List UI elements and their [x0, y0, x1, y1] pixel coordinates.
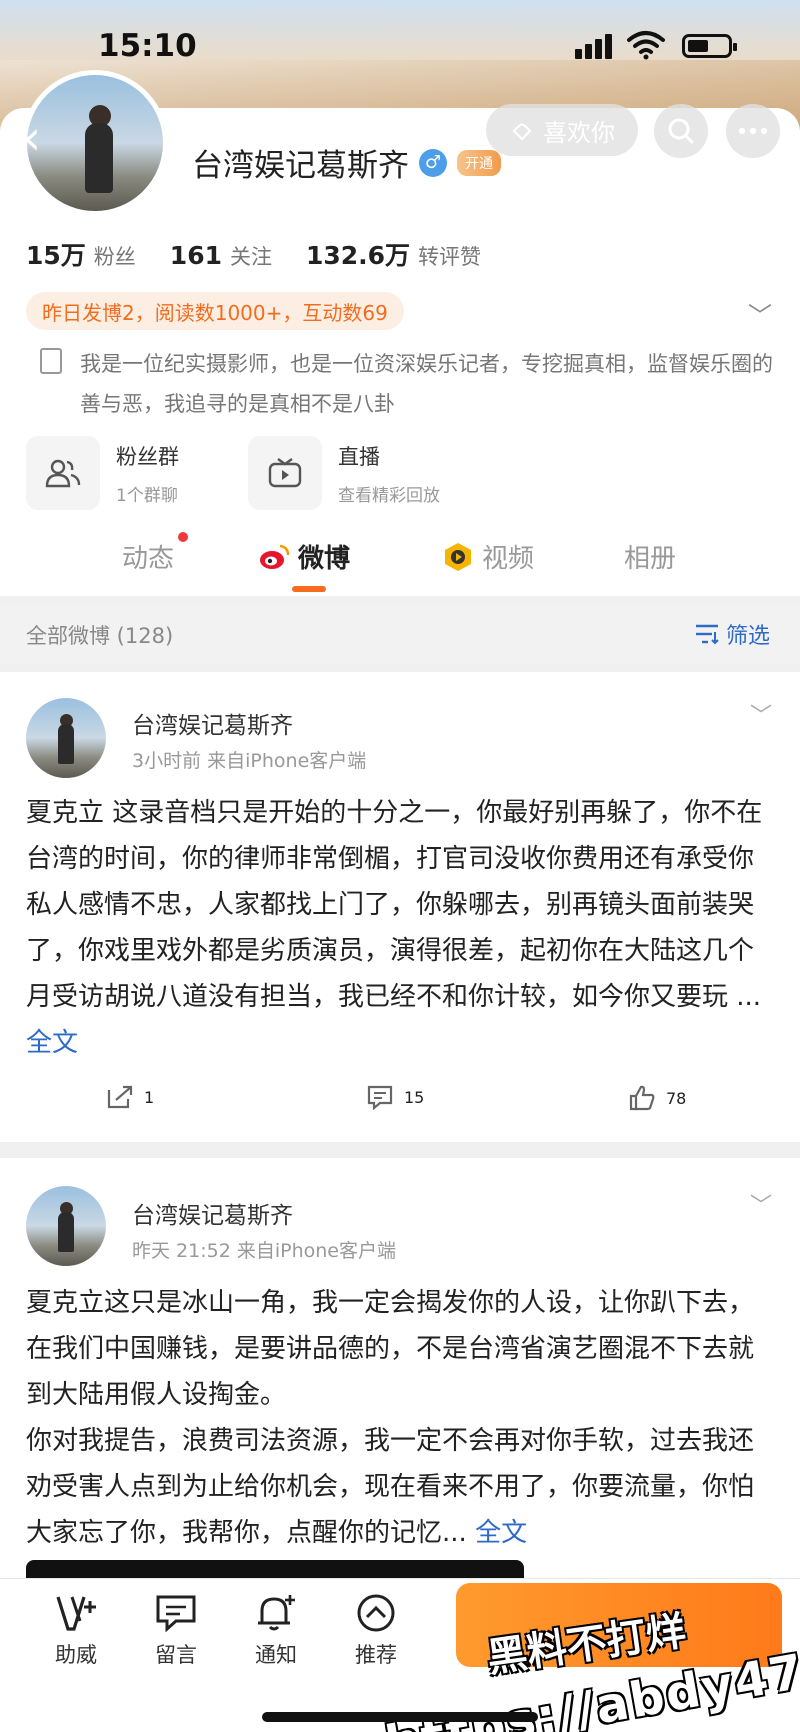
cheer-label: 助威 [55, 1643, 97, 1667]
live-sub: 查看精彩回放 [338, 485, 440, 506]
profile-name-row: 台湾娱记葛斯齐 ♂ 开通 [192, 140, 501, 185]
cheer-v-icon [56, 1596, 96, 1631]
active-tab-indicator [292, 586, 326, 592]
filter-label: 筛选 [726, 624, 771, 649]
wifi-icon [627, 31, 665, 60]
tab-label: 动态 [122, 544, 175, 574]
stat-following[interactable]: 161 关注 [170, 241, 272, 271]
read-more-link[interactable]: 全文 [26, 1028, 78, 1058]
profile-tabs: 动态 微博 视频 相册 [0, 538, 800, 596]
stat-label: 关注 [229, 245, 272, 269]
search-button[interactable] [654, 104, 708, 158]
message-button[interactable]: 留言 [136, 1593, 216, 1669]
fan-group-title: 粉丝群 [116, 444, 179, 469]
post-card[interactable]: 台湾娱记葛斯齐 3小时前 来自iPhone客户端 ﹀ 夏克立 这录音档只是开始的… [0, 672, 800, 1142]
post-text: 夏克立这只是冰山一角，我一定会揭发你的人设，让你趴下去，在我们中国赚钱，是要讲品… [26, 1288, 755, 1548]
tv-icon [268, 458, 302, 488]
document-icon [40, 348, 62, 374]
stat-interactions[interactable]: 132.6万 转评赞 [306, 236, 481, 272]
like-count: 78 [666, 1088, 687, 1108]
video-play-icon [445, 542, 471, 571]
stat-value: 132.6万 [305, 241, 411, 270]
people-icon [45, 459, 81, 488]
post-card[interactable]: 台湾娱记葛斯齐 昨天 21:52 来自iPhone客户端 ﹀ 夏克立这只是冰山一… [0, 1158, 800, 1578]
more-dots-icon [738, 127, 768, 135]
repost-button[interactable]: 1 [106, 1084, 154, 1110]
bell-plus-icon [258, 1595, 295, 1631]
recommend-up-icon [357, 1594, 395, 1632]
message-label: 留言 [155, 1643, 197, 1667]
hand-heart-icon [512, 123, 532, 141]
notify-label: 通知 [255, 1643, 297, 1667]
thumbs-up-icon [629, 1085, 655, 1111]
message-icon [156, 1595, 196, 1633]
like-you-label: 喜欢你 [543, 118, 615, 147]
recommend-button[interactable]: 推荐 [336, 1593, 416, 1669]
battery-icon [682, 34, 737, 58]
post-body: 夏克立 这录音档只是开始的十分之一，你最好别再躲了，你不在台湾的时间，你的律师非… [26, 790, 778, 1066]
tab-activity[interactable]: 动态 [122, 538, 174, 575]
notify-button[interactable]: 通知 [236, 1593, 316, 1669]
tab-label: 微博 [298, 544, 351, 574]
fan-group-entry[interactable]: 粉丝群 1个群聊 [26, 436, 179, 510]
profile-bio: 我是一位纪实摄影师，也是一位资深娱乐记者，专挖掘真相，监督娱乐圈的善与恶，我追寻… [80, 352, 773, 416]
signal-icon [575, 34, 615, 59]
read-more-link[interactable]: 全文 [475, 1518, 527, 1548]
cheer-button[interactable]: 助威 [36, 1593, 116, 1669]
unread-dot [178, 532, 188, 542]
profile-name: 台湾娱记葛斯齐 [192, 148, 409, 184]
search-icon [668, 118, 694, 144]
male-gender-icon: ♂ [419, 148, 447, 177]
yesterday-summary-pill[interactable]: 昨日发博2，阅读数1000+，互动数69 [26, 292, 404, 330]
post-meta: 3小时前 来自iPhone客户端 [132, 750, 367, 772]
post-menu-chevron-icon[interactable]: ﹀ [750, 698, 772, 730]
tab-album[interactable]: 相册 [624, 538, 676, 575]
post-author-name[interactable]: 台湾娱记葛斯齐 [132, 1196, 293, 1230]
comment-icon [367, 1085, 393, 1110]
stat-value: 15万 [26, 241, 86, 270]
fan-group-icon-box [26, 436, 100, 510]
status-time: 15:10 [98, 28, 197, 64]
stat-label: 粉丝 [93, 245, 136, 269]
all-posts-count: 全部微博 (128) [26, 624, 174, 648]
post-body: 夏克立这只是冰山一角，我一定会揭发你的人设，让你趴下去，在我们中国赚钱，是要讲品… [26, 1280, 778, 1556]
media-preview-strip[interactable] [26, 1560, 524, 1580]
more-options-button[interactable] [726, 104, 780, 158]
profile-stats: 15万 粉丝 161 关注 132.6万 转评赞 [26, 236, 481, 272]
tab-video[interactable]: 视频 [442, 538, 534, 575]
repost-count: 1 [144, 1087, 155, 1107]
comment-count: 15 [404, 1087, 425, 1107]
fan-group-sub: 1个群聊 [116, 485, 178, 506]
filter-button[interactable]: 筛选 [694, 618, 770, 650]
post-author-avatar[interactable] [26, 698, 106, 778]
live-icon-box [248, 436, 322, 510]
stat-followers[interactable]: 15万 粉丝 [26, 236, 136, 272]
filter-bar: 全部微博 (128) 筛选 [0, 604, 800, 664]
recommend-label: 推荐 [355, 1643, 397, 1667]
post-menu-chevron-icon[interactable]: ﹀ [750, 1188, 772, 1220]
stat-label: 转评赞 [418, 245, 482, 269]
post-meta: 昨天 21:52 来自iPhone客户端 [132, 1240, 396, 1262]
filter-icon [696, 624, 719, 645]
like-button[interactable]: 78 [628, 1084, 686, 1112]
post-author-name[interactable]: 台湾娱记葛斯齐 [132, 706, 293, 740]
tab-label: 相册 [624, 544, 677, 574]
repost-icon [107, 1085, 133, 1109]
vip-badge[interactable]: 开通 [457, 149, 501, 176]
tab-label: 视频 [482, 544, 535, 574]
post-author-avatar[interactable] [26, 1186, 106, 1266]
stat-value: 161 [169, 241, 222, 270]
like-you-button[interactable]: 喜欢你 [486, 104, 638, 156]
post-text: 夏克立 这录音档只是开始的十分之一，你最好别再躲了，你不在台湾的时间，你的律师非… [26, 798, 770, 1012]
live-title: 直播 [338, 444, 380, 469]
live-entry[interactable]: 直播 查看精彩回放 [248, 436, 440, 510]
tab-weibo[interactable]: 微博 [258, 538, 350, 575]
home-indicator [262, 1712, 538, 1722]
chevron-down-icon[interactable]: ﹀ [748, 296, 772, 331]
weibo-logo-icon [260, 544, 290, 569]
back-arrow-icon[interactable]: ‹ [22, 110, 41, 166]
profile-avatar[interactable] [22, 70, 168, 216]
comment-button[interactable]: 15 [366, 1084, 424, 1110]
